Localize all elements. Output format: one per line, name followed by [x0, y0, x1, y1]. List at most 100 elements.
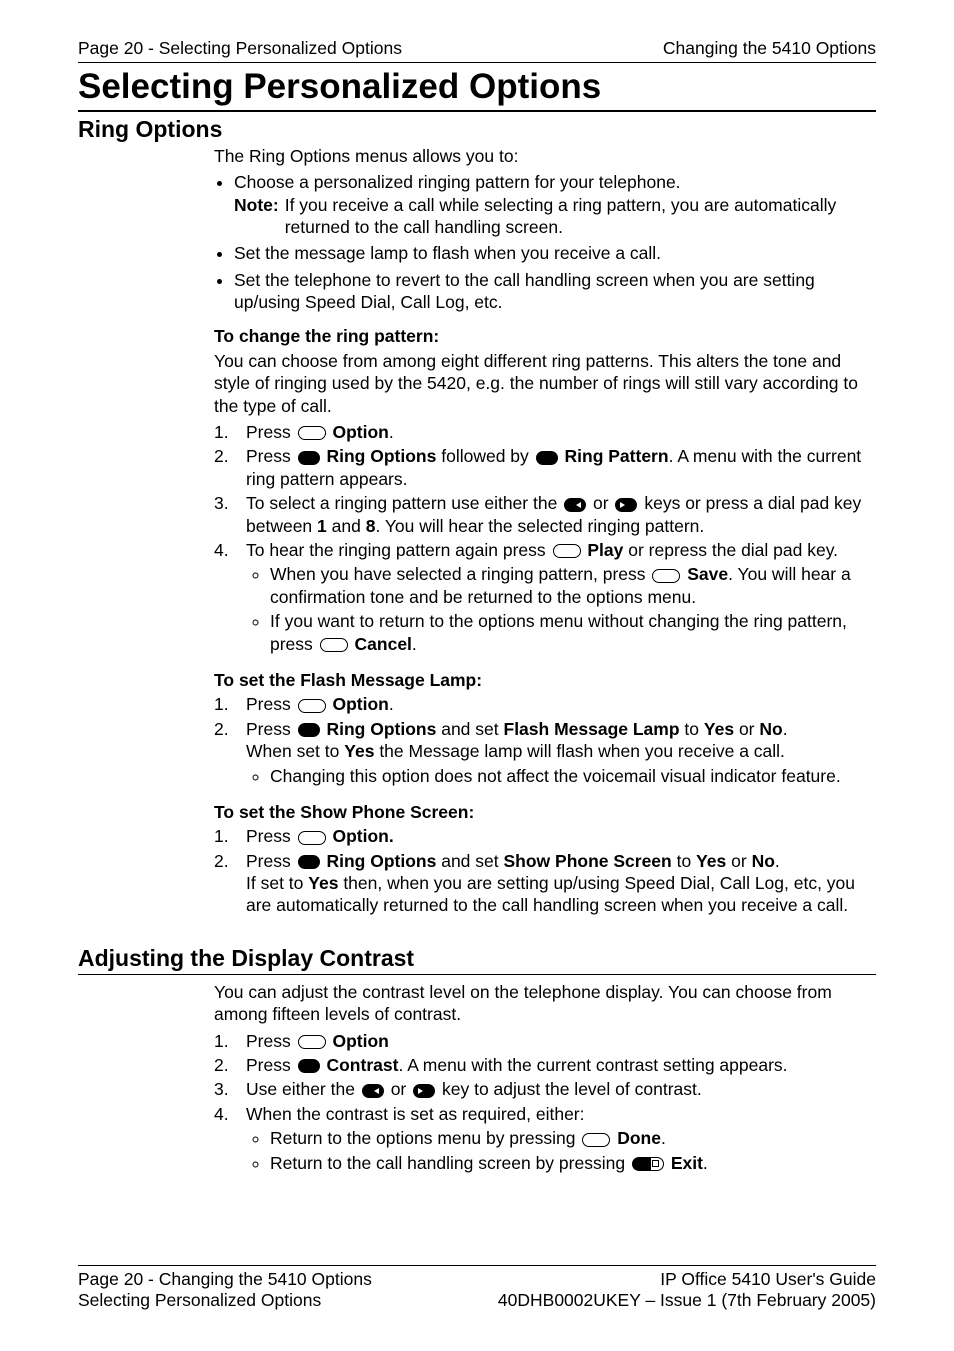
change-ring-step-3: To select a ringing pattern use either t…: [214, 492, 876, 537]
softkey-icon: [298, 451, 320, 465]
option-label: Option.: [332, 826, 393, 846]
footer-rule: [78, 1265, 876, 1266]
text: When the contrast is set as required, ei…: [246, 1104, 585, 1124]
change-ring-step-4-sub: When you have selected a ringing pattern…: [246, 563, 876, 655]
text: When you have selected a ringing pattern…: [270, 564, 650, 584]
softkey-icon: [298, 699, 326, 713]
text: Press: [246, 422, 296, 442]
no-label: No: [752, 851, 775, 871]
contrast-steps: Press Option Press Contrast. A menu with…: [214, 1030, 876, 1176]
yes-label: Yes: [696, 851, 726, 871]
change-ring-step-1: Press Option.: [214, 421, 876, 443]
ring-bullet-1-text: Choose a personalized ringing pattern fo…: [234, 172, 681, 192]
text: or: [739, 719, 759, 739]
text: then, when you are setting up/using Spee…: [246, 873, 855, 915]
softkey-icon: [553, 544, 581, 558]
text: to: [677, 851, 696, 871]
text: the Message lamp will flash when you rec…: [379, 741, 785, 761]
cancel-label: Cancel: [355, 634, 412, 654]
text: .: [389, 694, 394, 714]
text: or: [593, 493, 613, 513]
softkey-icon: [536, 451, 558, 465]
yes-label: Yes: [344, 741, 374, 761]
header-rule: [78, 62, 876, 63]
change-ring-steps: Press Option. Press Ring Options followe…: [214, 421, 876, 657]
yes-label: Yes: [308, 873, 338, 893]
yes-label: Yes: [704, 719, 734, 739]
ring-bullet-1: Choose a personalized ringing pattern fo…: [234, 171, 876, 238]
exit-icon: [632, 1157, 664, 1171]
ring-intro-bullets: Choose a personalized ringing pattern fo…: [214, 171, 876, 313]
text: key to adjust the level of contrast.: [442, 1079, 702, 1099]
chapter-rule: [78, 110, 876, 112]
softkey-icon: [298, 1059, 320, 1073]
running-header-right: Changing the 5410 Options: [663, 38, 876, 59]
ring-options-label: Ring Options: [326, 851, 436, 871]
change-ring-step-2: Press Ring Options followed by Ring Patt…: [214, 445, 876, 490]
footer-right-1: IP Office 5410 User's Guide: [498, 1269, 876, 1290]
contrast-step-2: Press Contrast. A menu with the current …: [214, 1054, 876, 1076]
contrast-body: You can adjust the contrast level on the…: [214, 981, 876, 1176]
ring-pattern-label: Ring Pattern: [565, 446, 669, 466]
text: or: [731, 851, 751, 871]
contrast-para: You can adjust the contrast level on the…: [214, 981, 876, 1026]
right-arrow-icon: [413, 1084, 435, 1098]
running-header-left: Page 20 - Selecting Personalized Options: [78, 38, 402, 59]
chapter-title: Selecting Personalized Options: [78, 69, 876, 106]
text: .: [703, 1153, 708, 1173]
contrast-rule: [78, 974, 876, 975]
digit-8: 8: [366, 516, 376, 536]
text: Press: [246, 826, 296, 846]
text: .: [412, 634, 417, 654]
flash-lamp-step-1: Press Option.: [214, 693, 876, 715]
contrast-step-4: When the contrast is set as required, ei…: [214, 1103, 876, 1176]
ring-bullet-3: Set the telephone to revert to the call …: [234, 269, 876, 314]
softkey-icon: [652, 569, 680, 583]
softkey-icon: [298, 855, 320, 869]
softkey-icon: [298, 723, 320, 737]
ring-options-heading: Ring Options: [78, 116, 876, 143]
ring-intro: The Ring Options menus allows you to:: [214, 145, 876, 167]
text: .: [775, 851, 780, 871]
contrast-step-1: Press Option: [214, 1030, 876, 1052]
option-label: Option: [332, 694, 388, 714]
show-phone-subhead: To set the Show Phone Screen:: [214, 801, 876, 823]
digit-1: 1: [317, 516, 327, 536]
text: Press: [246, 1031, 296, 1051]
softkey-icon: [320, 638, 348, 652]
flash-lamp-step-2: Press Ring Options and set Flash Message…: [214, 718, 876, 789]
show-phone-step-1: Press Option.: [214, 825, 876, 847]
save-label: Save: [687, 564, 728, 584]
text: .: [661, 1128, 666, 1148]
text: or repress the dial pad key.: [623, 540, 838, 560]
done-label: Done: [617, 1128, 661, 1148]
contrast-step-4-sub: Return to the options menu by pressing D…: [246, 1127, 876, 1174]
contrast-step-3: Use either the or key to adjust the leve…: [214, 1078, 876, 1100]
text: Press: [246, 851, 296, 871]
show-phone-steps: Press Option. Press Ring Options and set…: [214, 825, 876, 917]
running-header: Page 20 - Selecting Personalized Options…: [78, 38, 876, 59]
contrast-label: Contrast: [326, 1055, 398, 1075]
text: When set to: [246, 741, 344, 761]
footer-left-1: Page 20 - Changing the 5410 Options: [78, 1269, 372, 1290]
change-ring-para: You can choose from among eight differen…: [214, 350, 876, 417]
show-phone-step-2: Press Ring Options and set Show Phone Sc…: [214, 850, 876, 917]
footer-left-2: Selecting Personalized Options: [78, 1290, 372, 1311]
left-arrow-icon: [564, 498, 586, 512]
text: If set to: [246, 873, 308, 893]
text: Press: [246, 719, 296, 739]
text: Press: [246, 446, 296, 466]
text: and: [332, 516, 366, 536]
no-label: No: [759, 719, 782, 739]
flash-lamp-step-2-sub-1: Changing this option does not affect the…: [270, 765, 876, 787]
note-label: Note:: [234, 194, 279, 239]
text: To hear the ringing pattern again press: [246, 540, 551, 560]
right-arrow-icon: [615, 498, 637, 512]
text: and set: [441, 851, 503, 871]
contrast-step-4-sub-2: Return to the call handling screen by pr…: [270, 1152, 876, 1174]
ring-bullet-1-note: Note: If you receive a call while select…: [234, 194, 876, 239]
flash-lamp-steps: Press Option. Press Ring Options and set…: [214, 693, 876, 789]
option-label: Option: [332, 1031, 388, 1051]
text: .: [783, 719, 788, 739]
play-label: Play: [587, 540, 623, 560]
